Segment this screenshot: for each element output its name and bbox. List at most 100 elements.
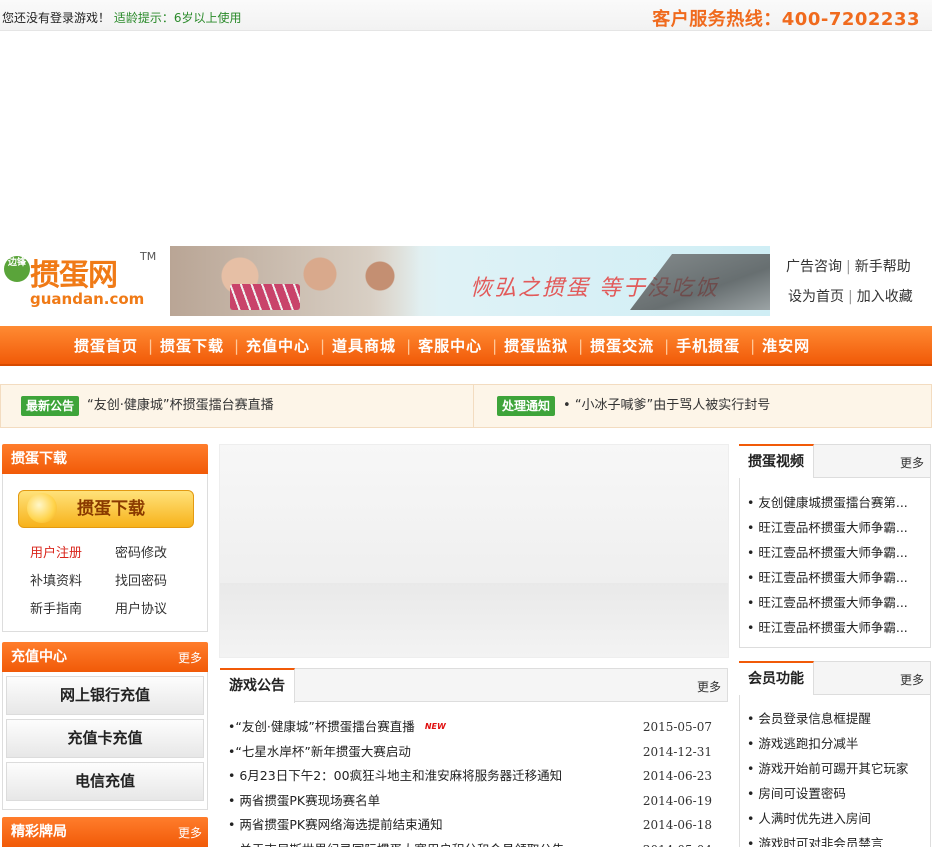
game-notice-list: •“友创·健康城”杯掼蛋擂台赛直播 NEW 2015-05-07 •“七星水岸杯”新… xyxy=(228,715,718,847)
nav-shop[interactable]: 道具商城 xyxy=(322,326,406,366)
logo-trademark: TM xyxy=(140,250,157,263)
member-panel-header: 会员功能 更多 xyxy=(739,661,931,696)
download-panel-header: 掼蛋下载 xyxy=(2,444,208,474)
handle-notice: 处理通知 • “小冰子喊爹”由于骂人被实行封号 xyxy=(497,385,770,427)
recover-password-link[interactable]: 找回密码 xyxy=(115,570,200,598)
list-item[interactable]: • 关于吉尼斯世界纪录国际掼蛋大赛用户积分和会员领取公告 2014-05-04 xyxy=(228,838,718,847)
age-notice: 适龄提示：6岁以上使用 xyxy=(113,11,242,25)
game-notice-header: 游戏公告 更多 xyxy=(220,668,728,703)
nav-recharge[interactable]: 充值中心 xyxy=(236,326,320,366)
new-badge: NEW xyxy=(424,722,446,731)
member-list: • 会员登录信息框提醒 • 游戏逃跑扣分减半 • 游戏开始前可踢开其它玩家 • … xyxy=(747,706,927,847)
site-logo[interactable]: 边锋 掼蛋网 TM guandan.com xyxy=(2,250,162,314)
news-date: 2015-05-07 xyxy=(642,720,712,734)
recharge-more-link[interactable]: 更多 xyxy=(178,643,202,673)
download-button-label: 掼蛋下载 xyxy=(77,499,145,519)
list-item[interactable]: • 旺江壹品杯掼蛋大师争霸... xyxy=(747,615,927,640)
header-links: 广告咨询 | 新手帮助 设为首页 | 加入收藏 xyxy=(786,256,932,316)
recharge-panel-header: 充值中心 更多 xyxy=(2,642,208,672)
tab-member-features[interactable]: 会员功能 xyxy=(739,661,814,696)
news-date: 2014-06-23 xyxy=(642,769,712,783)
top-bar: 您还没有登录游戏！ 适龄提示：6岁以上使用 客户服务热线：400-7202233 xyxy=(0,0,932,31)
separator: | xyxy=(846,259,851,275)
logo-name: 掼蛋网 xyxy=(30,258,118,293)
latest-notice-link[interactable]: “友创·健康城”杯掼蛋擂台赛直播 xyxy=(87,398,274,413)
nav-service[interactable]: 客服中心 xyxy=(408,326,492,366)
header-banner[interactable]: 恢弘之掼蛋 等于没吃饭 xyxy=(170,246,770,316)
latest-notice-tag: 最新公告 xyxy=(21,395,80,416)
change-password-link[interactable]: 密码修改 xyxy=(115,542,200,570)
news-title: • 两省掼蛋PK赛现场赛名单 xyxy=(228,792,381,808)
card-recharge-button[interactable]: 充值卡充值 xyxy=(6,719,204,758)
set-homepage-link[interactable]: 设为首页 xyxy=(788,289,844,305)
featured-games-header: 精彩牌局 更多 xyxy=(2,817,208,847)
handle-notice-link[interactable]: • “小冰子喊爹”由于骂人被实行封号 xyxy=(563,398,770,413)
notice-divider xyxy=(473,385,474,427)
list-item[interactable]: • 旺江壹品杯掼蛋大师争霸... xyxy=(747,590,927,615)
game-notice-more-link[interactable]: 更多 xyxy=(697,678,721,695)
tab-videos[interactable]: 掼蛋视频 xyxy=(739,444,814,479)
newbie-help-link[interactable]: 新手帮助 xyxy=(855,259,911,275)
image-slider[interactable] xyxy=(219,444,729,658)
list-item[interactable]: • 两省掼蛋PK赛网络海选提前结束通知 2014-06-18 xyxy=(228,813,718,838)
nav-prison[interactable]: 掼蛋监狱 xyxy=(494,326,578,366)
list-item[interactable]: • 游戏开始前可踢开其它玩家 xyxy=(747,756,927,781)
member-more-link[interactable]: 更多 xyxy=(900,671,924,688)
user-agreement-link[interactable]: 用户协议 xyxy=(115,598,200,626)
news-date: 2014-05-04 xyxy=(643,838,712,847)
register-link[interactable]: 用户注册 xyxy=(30,542,115,570)
nav-home[interactable]: 掼蛋首页 xyxy=(64,326,148,366)
news-title: • 关于吉尼斯世界纪录国际掼蛋大赛用户积分和会员领取公告 xyxy=(228,838,564,847)
tab-game-notice[interactable]: 游戏公告 xyxy=(220,668,295,703)
list-item[interactable]: • 游戏时可对非会员禁言 xyxy=(747,831,927,847)
list-item[interactable]: • 游戏逃跑扣分减半 xyxy=(747,731,927,756)
news-title: • 6月23日下午2：00疯狂斗地主和淮安麻将服务器迁移通知 xyxy=(228,768,563,783)
list-item[interactable]: • 旺江壹品杯掼蛋大师争霸... xyxy=(747,565,927,590)
ad-consult-link[interactable]: 广告咨询 xyxy=(786,259,842,275)
news-title: • 两省掼蛋PK赛网络海选提前结束通知 xyxy=(228,817,443,832)
handle-notice-tag: 处理通知 xyxy=(497,395,556,416)
featured-games-title: 精彩牌局 xyxy=(11,824,67,840)
add-favorite-link[interactable]: 加入收藏 xyxy=(857,289,913,305)
news-title: •“七星水岸杯”新年掼蛋大赛启动 xyxy=(228,743,411,759)
logo-badge: 边锋 xyxy=(4,256,30,282)
latest-notice: 最新公告 “友创·健康城”杯掼蛋擂台赛直播 xyxy=(21,385,274,427)
complete-profile-link[interactable]: 补填资料 xyxy=(30,570,115,598)
list-item[interactable]: •“七星水岸杯”新年掼蛋大赛启动 2014-12-31 xyxy=(228,740,718,765)
list-item[interactable]: • 旺江壹品杯掼蛋大师争霸... xyxy=(747,515,927,540)
list-item[interactable]: • 人满时优先进入房间 xyxy=(747,806,927,831)
login-status: 您还没有登录游戏！ 适龄提示：6岁以上使用 xyxy=(2,9,241,26)
chick-icon xyxy=(27,493,57,523)
nav-mobile[interactable]: 手机掼蛋 xyxy=(666,326,750,366)
news-date: 2014-12-31 xyxy=(642,744,712,759)
separator: | xyxy=(848,289,853,305)
logo-domain: guandan.com xyxy=(30,290,145,308)
list-item[interactable]: • 房间可设置密码 xyxy=(747,781,927,806)
list-item[interactable]: • 两省掼蛋PK赛现场赛名单 2014-06-19 xyxy=(228,789,718,814)
online-bank-recharge-button[interactable]: 网上银行充值 xyxy=(6,676,204,715)
nav-forum[interactable]: 掼蛋交流 xyxy=(580,326,664,366)
news-date: 2014-06-18 xyxy=(642,818,712,832)
list-item[interactable]: • 旺江壹品杯掼蛋大师争霸... xyxy=(747,540,927,565)
video-more-link[interactable]: 更多 xyxy=(900,454,924,471)
list-item[interactable]: • 会员登录信息框提醒 xyxy=(747,706,927,731)
playing-cards-icon xyxy=(230,284,300,310)
nav-download[interactable]: 掼蛋下载 xyxy=(150,326,234,366)
recharge-panel-title: 充值中心 xyxy=(11,649,67,665)
newbie-guide-link[interactable]: 新手指南 xyxy=(30,598,115,626)
download-button[interactable]: 掼蛋下载 xyxy=(18,490,194,528)
nav-huaian[interactable]: 淮安网 xyxy=(752,326,820,366)
featured-more-link[interactable]: 更多 xyxy=(178,818,202,847)
account-links: 用户注册 密码修改 补填资料 找回密码 新手指南 用户协议 xyxy=(30,542,200,626)
list-item[interactable]: • 友创健康城掼蛋擂台赛第... xyxy=(747,490,927,515)
main-nav: 掼蛋首页 | 掼蛋下载 | 充值中心 | 道具商城 | 客服中心 | 掼蛋监狱 … xyxy=(0,326,932,366)
login-status-text: 您还没有登录游戏！ xyxy=(2,11,111,25)
video-panel-header: 掼蛋视频 更多 xyxy=(739,444,931,479)
list-item[interactable]: • 6月23日下午2：00疯狂斗地主和淮安麻将服务器迁移通知 2014-06-23 xyxy=(228,764,718,789)
news-date: 2014-06-19 xyxy=(642,793,712,808)
list-item[interactable]: •“友创·健康城”杯掼蛋擂台赛直播 NEW 2015-05-07 xyxy=(228,715,718,740)
news-title: •“友创·健康城”杯掼蛋擂台赛直播 xyxy=(228,719,415,734)
download-panel-title: 掼蛋下载 xyxy=(11,451,67,467)
telecom-recharge-button[interactable]: 电信充值 xyxy=(6,762,204,801)
notice-bar: 最新公告 “友创·健康城”杯掼蛋擂台赛直播 处理通知 • “小冰子喊爹”由于骂人被实… xyxy=(0,384,932,428)
